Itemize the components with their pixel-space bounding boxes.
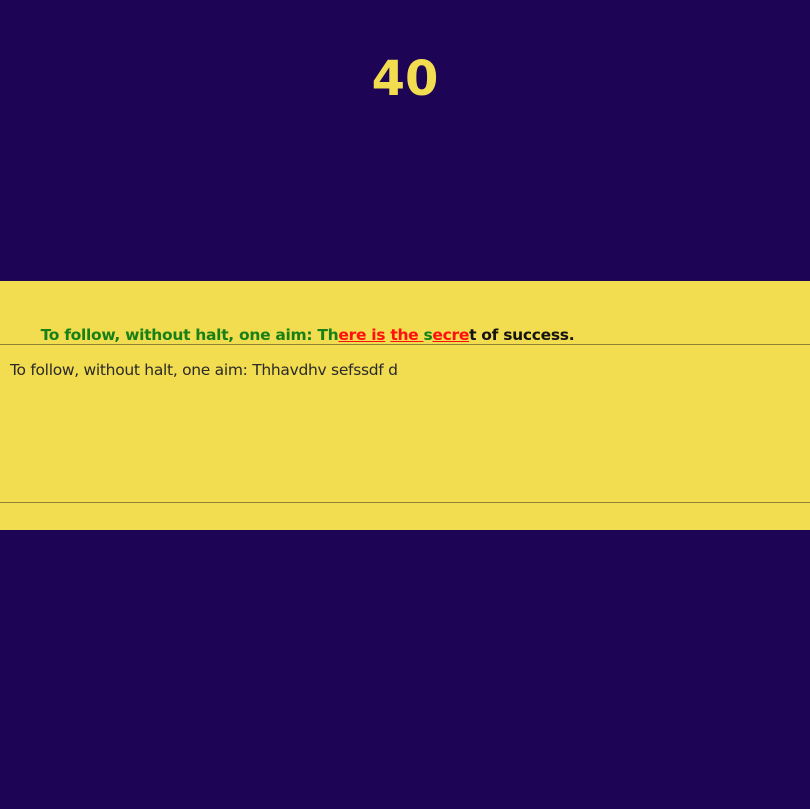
target-segment: the xyxy=(390,326,424,344)
target-text: To follow, without halt, one aim: There … xyxy=(0,281,810,345)
typing-test-page: 40 To follow, without halt, one aim: The… xyxy=(0,0,810,809)
target-segment: t of success. xyxy=(469,326,575,344)
typing-panel: To follow, without halt, one aim: There … xyxy=(0,281,810,530)
countdown-timer: 40 xyxy=(371,51,439,107)
typing-input[interactable]: To follow, without halt, one aim: Thhavd… xyxy=(0,346,810,503)
target-segment: ecre xyxy=(432,326,470,344)
target-segment: ere is xyxy=(338,326,386,344)
target-segment: To follow, without halt, one aim: Th xyxy=(40,326,339,344)
